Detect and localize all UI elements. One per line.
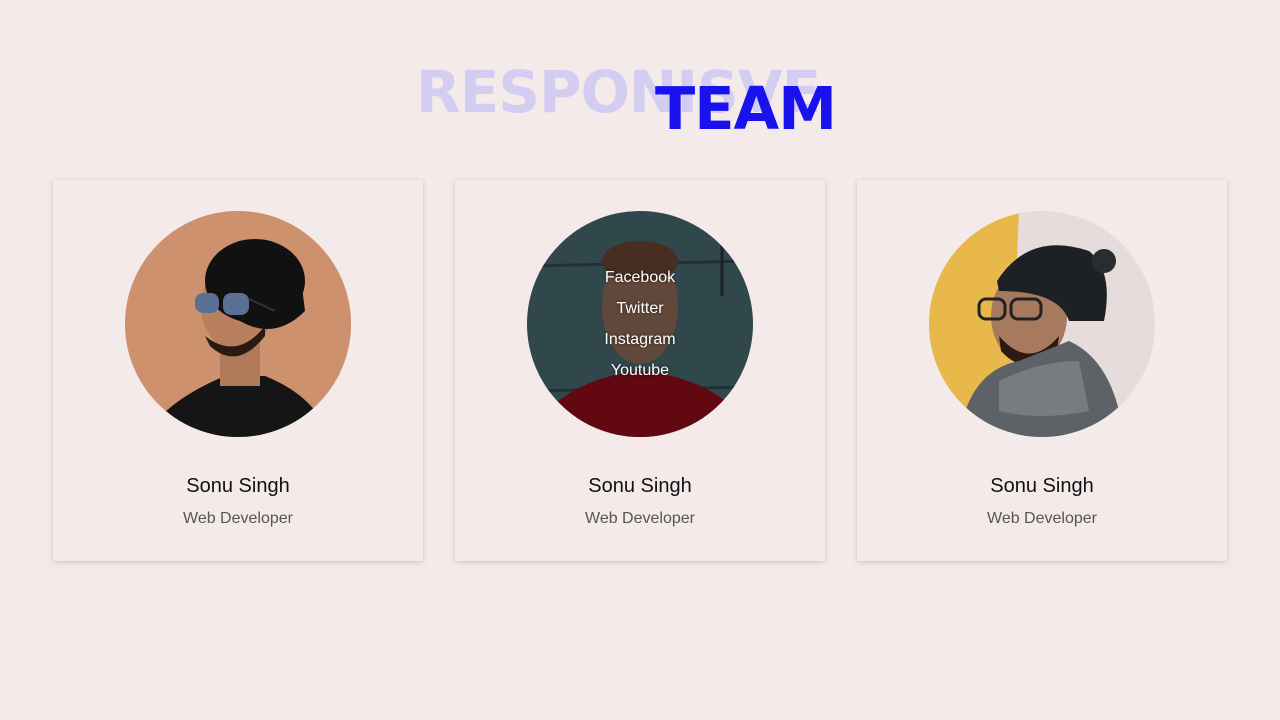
avatar[interactable] (125, 211, 351, 437)
member-role: Web Developer (987, 510, 1097, 527)
youtube-link[interactable]: Youtube (611, 361, 669, 381)
twitter-link[interactable]: Twitter (616, 299, 663, 319)
member-name: Sonu Singh (990, 475, 1094, 497)
team-card: Sonu Singh Web Developer (53, 180, 423, 561)
instagram-link[interactable]: Instagram (604, 330, 675, 350)
member-name: Sonu Singh (186, 475, 290, 497)
avatar[interactable]: Facebook Twitter Instagram Youtube (527, 211, 753, 437)
team-card: Facebook Twitter Instagram Youtube Sonu … (455, 180, 825, 561)
member-name: Sonu Singh (588, 475, 692, 497)
member-role: Web Developer (183, 510, 293, 527)
facebook-link[interactable]: Facebook (605, 268, 675, 288)
page-title: TEAM (655, 74, 837, 143)
member-role: Web Developer (585, 510, 695, 527)
social-links: Facebook Twitter Instagram Youtube (527, 211, 753, 437)
team-card: Sonu Singh Web Developer (857, 180, 1227, 561)
avatar[interactable] (929, 211, 1155, 437)
